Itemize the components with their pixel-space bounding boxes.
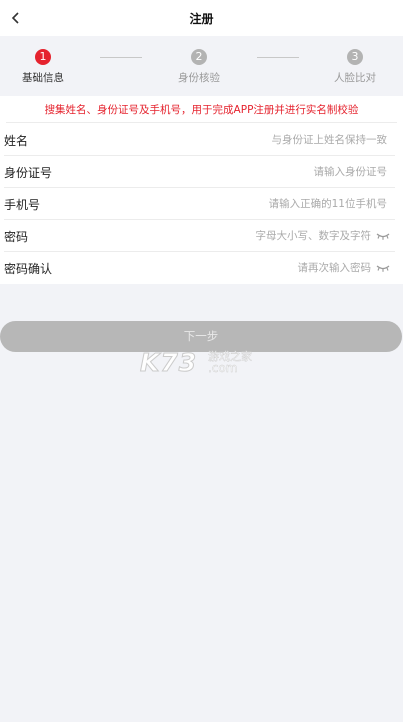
field-label: 姓名 (4, 134, 29, 148)
watermark-brand: K73 (139, 348, 198, 378)
field-label: 密码确认 (4, 262, 53, 276)
page-title: 注册 (189, 12, 214, 26)
name-row: 姓名 (0, 124, 403, 156)
field-label: 身份证号 (4, 166, 53, 180)
confirm-password-row: 密码确认 (0, 252, 403, 284)
confirm-password-input[interactable] (111, 258, 371, 278)
step-identity-check: 2 身份核验 (159, 49, 239, 85)
step-label: 人脸比对 (334, 72, 376, 84)
privacy-notice: 搜集姓名、身份证号及手机号，用于完成APP注册并进行实名制校验 (44, 104, 359, 116)
phone-input[interactable] (127, 194, 387, 214)
step-label: 基础信息 (22, 72, 64, 84)
step-number: 3 (347, 49, 363, 65)
field-label: 密码 (4, 230, 29, 244)
step-indicator: 1 基础信息 2 身份核验 3 人脸比对 (0, 38, 403, 94)
registration-form: 搜集姓名、身份证号及手机号，用于完成APP注册并进行实名制校验 姓名 身份证号 … (0, 96, 403, 284)
step-face-compare: 3 人脸比对 (315, 49, 395, 85)
step-label: 身份核验 (178, 72, 220, 84)
password-input[interactable] (111, 226, 371, 246)
step-connector (257, 57, 299, 58)
step-number: 1 (35, 49, 51, 65)
field-label: 手机号 (4, 198, 41, 212)
step-basic-info: 1 基础信息 (3, 49, 83, 85)
password-row: 密码 (0, 220, 403, 252)
divider (6, 122, 397, 123)
app-header: 注册 (0, 0, 403, 36)
eye-closed-icon[interactable] (376, 231, 390, 241)
step-number: 2 (191, 49, 207, 65)
name-input[interactable] (127, 130, 387, 150)
id-number-row: 身份证号 (0, 156, 403, 188)
phone-row: 手机号 (0, 188, 403, 220)
id-number-input[interactable] (127, 162, 387, 182)
eye-closed-icon[interactable] (376, 263, 390, 273)
step-connector (100, 57, 142, 58)
watermark-logo: K73 游戏之家 .com (139, 348, 270, 378)
watermark-domain: .com (208, 361, 238, 375)
